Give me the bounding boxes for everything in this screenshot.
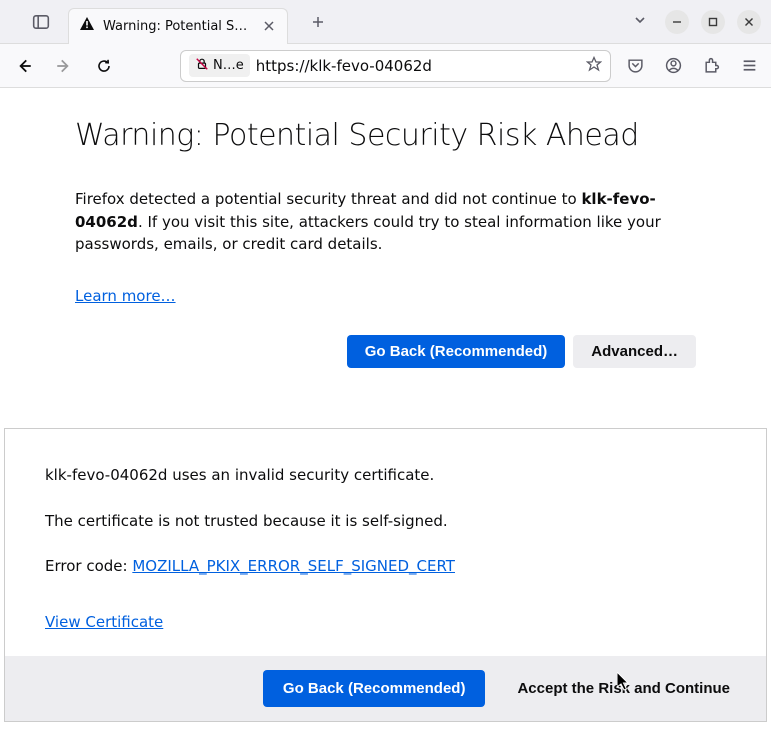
titlebar-right xyxy=(627,6,771,37)
reload-button[interactable] xyxy=(90,52,118,80)
error-code-label: Error code: xyxy=(45,557,132,575)
tabs-dropdown-icon[interactable] xyxy=(627,6,653,37)
titlebar-left: Warning: Potential Secur xyxy=(0,0,332,44)
titlebar: Warning: Potential Secur xyxy=(0,0,771,44)
lock-warning-icon xyxy=(195,56,209,75)
desc-prefix: Firefox detected a potential security th… xyxy=(75,190,581,208)
cert-error-line2: The certificate is not trusted because i… xyxy=(45,510,726,533)
window-minimize-button[interactable] xyxy=(665,10,689,34)
error-description: Firefox detected a potential security th… xyxy=(75,188,696,256)
url-bar[interactable]: N…e https://klk-fevo-04062d xyxy=(180,50,611,82)
app-menu-icon[interactable] xyxy=(737,54,761,78)
view-certificate-link[interactable]: View Certificate xyxy=(45,613,726,631)
identity-label: N…e xyxy=(213,58,244,73)
desc-suffix: . If you visit this site, attackers coul… xyxy=(75,213,661,254)
window-maximize-button[interactable] xyxy=(701,10,725,34)
sidebar-panel-icon[interactable] xyxy=(32,13,50,31)
error-page: Warning: Potential Security Risk Ahead F… xyxy=(0,88,771,388)
advanced-footer: Go Back (Recommended) Accept the Risk an… xyxy=(5,656,766,721)
go-back-button-2[interactable]: Go Back (Recommended) xyxy=(263,670,486,707)
button-row: Go Back (Recommended) Advanced… xyxy=(75,335,696,368)
advanced-panel: klk-fevo-04062d uses an invalid security… xyxy=(4,428,767,722)
toolbar: N…e https://klk-fevo-04062d xyxy=(0,44,771,88)
extensions-icon[interactable] xyxy=(699,54,723,78)
advanced-body: klk-fevo-04062d uses an invalid security… xyxy=(5,429,766,656)
tab-title: Warning: Potential Secur xyxy=(103,19,253,34)
browser-tab[interactable]: Warning: Potential Secur xyxy=(68,8,288,44)
back-button[interactable] xyxy=(10,52,38,80)
page-title: Warning: Potential Security Risk Ahead xyxy=(75,118,696,153)
url-text: https://klk-fevo-04062d xyxy=(256,57,580,75)
bookmark-star-icon[interactable] xyxy=(586,56,602,76)
window-close-button[interactable] xyxy=(737,10,761,34)
cert-error-line1: klk-fevo-04062d uses an invalid security… xyxy=(45,464,726,487)
new-tab-button[interactable] xyxy=(304,8,332,36)
accept-risk-button[interactable]: Accept the Risk and Continue xyxy=(497,670,750,707)
forward-button xyxy=(50,52,78,80)
tab-close-icon[interactable] xyxy=(261,18,277,34)
advanced-button[interactable]: Advanced… xyxy=(573,335,696,368)
warning-tab-icon xyxy=(79,16,95,36)
go-back-button[interactable]: Go Back (Recommended) xyxy=(347,335,566,368)
learn-more-link[interactable]: Learn more… xyxy=(75,287,176,305)
error-code-line: Error code: MOZILLA_PKIX_ERROR_SELF_SIGN… xyxy=(45,557,726,575)
account-icon[interactable] xyxy=(661,54,685,78)
error-code-link[interactable]: MOZILLA_PKIX_ERROR_SELF_SIGNED_CERT xyxy=(132,557,455,575)
toolbar-right xyxy=(623,54,761,78)
identity-box[interactable]: N…e xyxy=(189,54,250,77)
pocket-icon[interactable] xyxy=(623,54,647,78)
